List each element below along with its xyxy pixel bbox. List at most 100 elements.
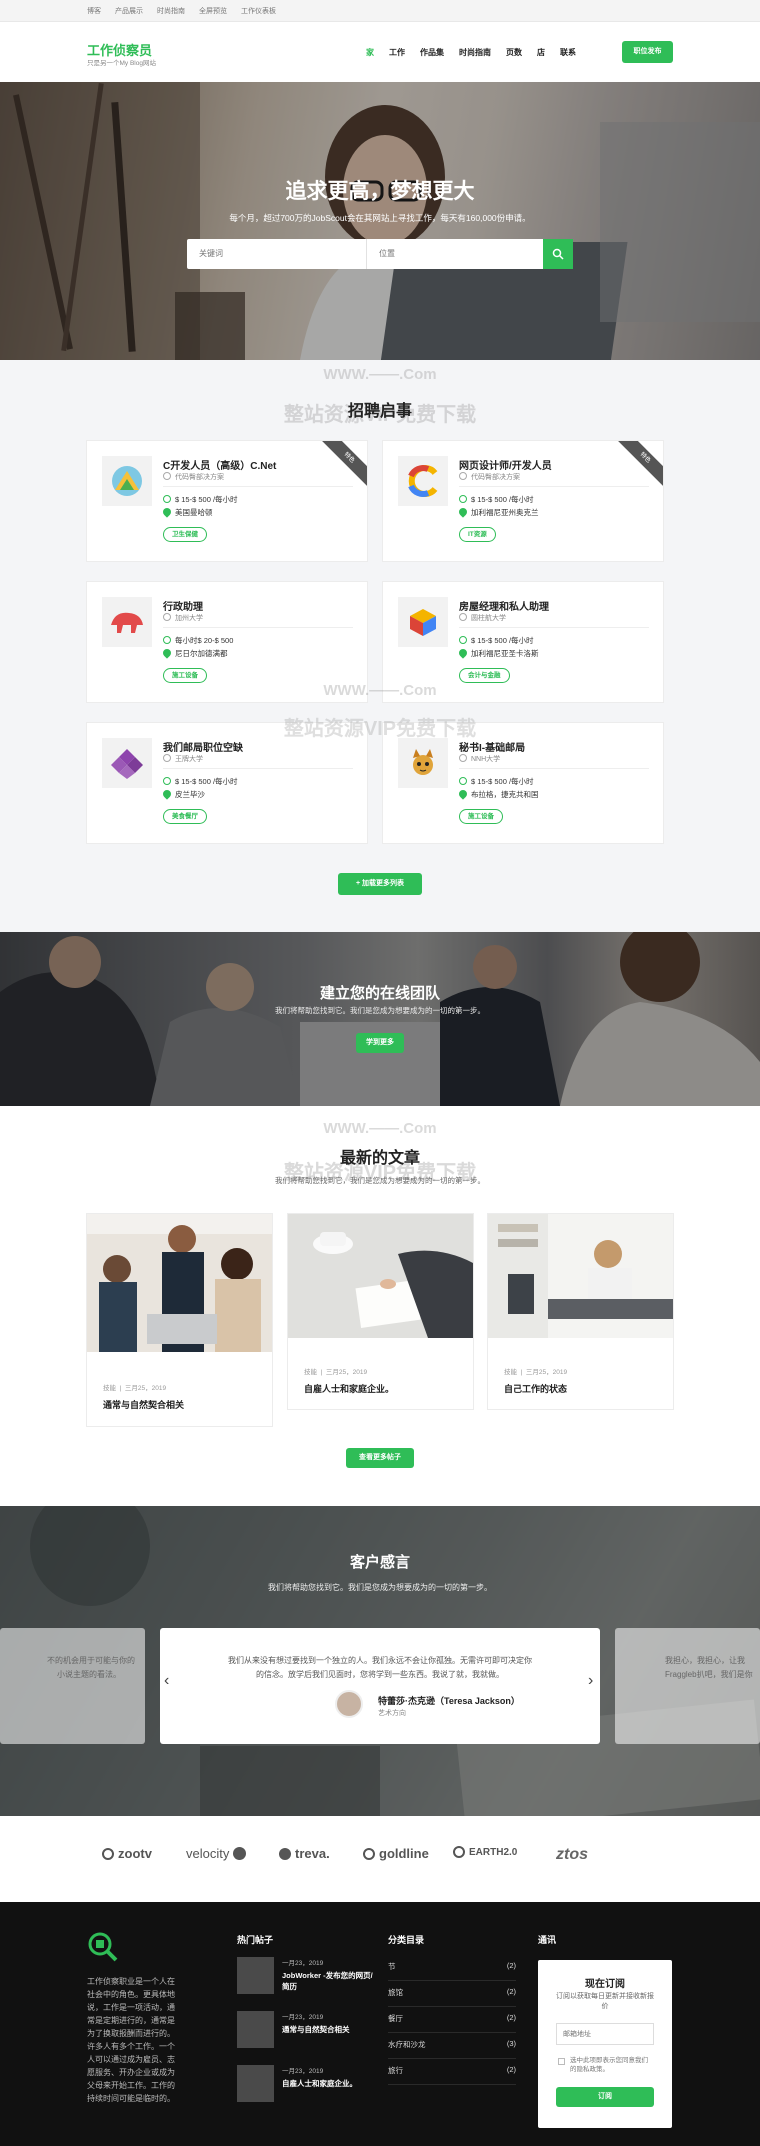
job-salary-text: 每小时$ 20-$ 500 — [175, 636, 234, 645]
category-name[interactable]: 旅馆 — [388, 1987, 403, 1998]
topbar-links: 博客 产品展示 时尚指南 全屏预览 工作仪表板 — [87, 6, 276, 16]
testimonial-card-next: 我担心，我担心，让我 Fraggleb扒吧，我们是你 — [615, 1628, 760, 1744]
job-company: 代码臀部决方案 — [459, 472, 520, 482]
site-tagline: 只是另一个My Blog网站 — [87, 60, 156, 67]
nav-item-fashion[interactable]: 时尚指南 — [459, 47, 491, 58]
footer-hot-posts-title: 热门帖子 — [237, 1935, 274, 1945]
job-title[interactable]: 我们邮局职位空缺 — [163, 739, 243, 754]
job-category-tag[interactable]: 施工设备 — [163, 668, 207, 683]
footer-post[interactable]: 一月23，2019 JobWorker -发布您的网页/简历 — [237, 1957, 377, 1999]
testimonials-subtitle: 我们将帮助您找到它。我们是您成为想要成为的一切的第一步。 — [268, 1583, 492, 1592]
job-card[interactable]: C开发人员（高级）C.Net 代码臀部决方案 $ 15-$ 500 /每小时 美… — [86, 440, 368, 562]
job-title[interactable]: 行政助理 — [163, 598, 203, 613]
post-card[interactable]: 技能 | 三月25，2019 通常与自然契合相关 — [86, 1213, 273, 1427]
money-icon — [459, 636, 467, 644]
post-category[interactable]: 技能 — [504, 1369, 517, 1376]
category-item[interactable]: 水疗和沙龙 (3) — [388, 2039, 516, 2059]
job-title[interactable]: 秘书I-基础邮局 — [459, 739, 525, 754]
job-title[interactable]: 网页设计师/开发人员 — [459, 457, 552, 472]
post-title[interactable]: 通常与自然契合相关 — [103, 1398, 184, 1411]
footer-post-title[interactable]: 通常与自然契合相关 — [282, 2024, 377, 2035]
nav-item-home[interactable]: 家 — [366, 47, 374, 58]
post-title[interactable]: 自己工作的状态 — [504, 1382, 567, 1395]
category-name[interactable]: 水疗和沙龙 — [388, 2039, 426, 2050]
category-name[interactable]: 节 — [388, 1961, 396, 1972]
load-more-button[interactable]: + 加载更多列表 — [338, 873, 422, 895]
prev-arrow-icon[interactable]: ‹ — [164, 1672, 169, 1690]
job-category-tag[interactable]: 会计与金融 — [459, 668, 510, 683]
topbar-link[interactable]: 产品展示 — [115, 6, 143, 16]
subscribe-button[interactable]: 订阅 — [556, 2087, 654, 2107]
footer-post[interactable]: 一月23，2019 通常与自然契合相关 — [237, 2011, 377, 2053]
post-job-button[interactable]: 职位发布 — [622, 41, 673, 63]
consent-text: 选中此项即表示您同意我们的隐私政策。 — [570, 2057, 648, 2073]
learn-more-button[interactable]: 学到更多 — [356, 1033, 404, 1053]
consent-checkbox[interactable] — [558, 2058, 565, 2065]
testimonial-text: 我担心，我担心，让我 — [665, 1656, 745, 1665]
nav-item-pages[interactable]: 页数 — [506, 47, 522, 58]
footer-post[interactable]: 一月23，2019 自雇人士和家庭企业。 — [237, 2065, 377, 2107]
post-card[interactable]: 技能 | 三月25，2019 自雇人士和家庭企业。 — [287, 1213, 474, 1410]
category-item[interactable]: 旅馆 (2) — [388, 1987, 516, 2007]
job-company: 王牌大学 — [163, 754, 203, 764]
job-location: 尼日尔加德满都 — [161, 647, 228, 659]
location-input[interactable] — [367, 239, 543, 269]
job-salary: $ 15-$ 500 /每小时 — [459, 776, 534, 787]
job-company-name: 代码臀部决方案 — [471, 474, 520, 481]
topbar-link[interactable]: 博客 — [87, 6, 101, 16]
category-name[interactable]: 餐厅 — [388, 2013, 403, 2024]
keyword-input[interactable] — [187, 239, 367, 269]
featured-ribbon: 特色 — [315, 441, 367, 492]
job-salary-text: $ 15-$ 500 /每小时 — [471, 777, 534, 786]
job-category-tag[interactable]: 卫生保健 — [163, 527, 207, 542]
job-location: 皮兰毕沙 — [161, 788, 205, 800]
job-category-tag[interactable]: IT资源 — [459, 527, 496, 542]
category-item[interactable]: 餐厅 (2) — [388, 2013, 516, 2033]
job-category-tag[interactable]: 美食餐厅 — [163, 809, 207, 824]
footer-post-title[interactable]: JobWorker -发布您的网页/简历 — [282, 1970, 377, 1992]
partner-logo-treva: treva. — [279, 1846, 330, 1861]
search-button[interactable] — [543, 239, 573, 269]
zootv-icon — [102, 1847, 114, 1860]
post-date: 三月25，2019 — [325, 1369, 368, 1376]
job-title[interactable]: C开发人员（高级）C.Net — [163, 457, 276, 472]
search-icon — [552, 248, 564, 260]
email-field[interactable] — [556, 2023, 654, 2045]
job-location-text: 尼日尔加德满都 — [175, 649, 228, 658]
category-item[interactable]: 旅行 (2) — [388, 2065, 516, 2085]
post-category[interactable]: 技能 — [304, 1369, 317, 1376]
topbar-link[interactable]: 工作仪表板 — [241, 6, 276, 16]
category-name[interactable]: 旅行 — [388, 2065, 403, 2076]
partner-name: ztos — [556, 1846, 588, 1863]
job-location: 美国曼哈顿 — [161, 506, 213, 518]
post-category[interactable]: 技能 — [103, 1385, 116, 1392]
footer-post-date: 一月23，2019 — [282, 2068, 324, 2075]
post-meta: 技能 | 三月25，2019 — [304, 1369, 368, 1376]
earth-icon — [453, 1846, 465, 1858]
articles-subtitle: 我们将帮助您找到它，我们是您成为想要成为的一切的第一步。 — [275, 1176, 485, 1185]
view-more-posts-button[interactable]: 查看更多帖子 — [346, 1448, 414, 1468]
job-title[interactable]: 房屋经理和私人助理 — [459, 598, 549, 613]
nav-item-portfolio[interactable]: 作品集 — [420, 47, 444, 58]
topbar-link[interactable]: 全屏预览 — [199, 6, 227, 16]
job-location: 加利福尼亚圣卡洛斯 — [457, 647, 539, 659]
job-card[interactable]: 网页设计师/开发人员 代码臀部决方案 $ 15-$ 500 /每小时 加利福尼亚… — [382, 440, 664, 562]
next-arrow-icon[interactable]: › — [588, 1672, 593, 1690]
nav-item-jobs[interactable]: 工作 — [389, 47, 405, 58]
nav-item-shop[interactable]: 店 — [537, 47, 545, 58]
location-pin-icon — [161, 647, 173, 659]
company-icon — [459, 472, 467, 480]
footer-post-title[interactable]: 自雇人士和家庭企业。 — [282, 2078, 377, 2089]
post-title[interactable]: 自雇人士和家庭企业。 — [304, 1382, 394, 1395]
topbar-link[interactable]: 时尚指南 — [157, 6, 185, 16]
watermark-text: 整站资源VIP免费下载 — [283, 718, 477, 740]
post-card[interactable]: 技能 | 三月25，2019 自己工作的状态 — [487, 1213, 674, 1410]
testimonial-text: Fraggleb扒吧，我们是你 — [665, 1670, 753, 1679]
job-location: 加利福尼亚州奥克兰 — [457, 506, 539, 518]
subscribe-title: 现在订阅 — [585, 1979, 625, 1990]
job-location-text: 加利福尼亚圣卡洛斯 — [471, 649, 539, 658]
nav-item-contact[interactable]: 联系 — [560, 47, 576, 58]
treva-icon — [279, 1847, 291, 1860]
category-item[interactable]: 节 (2) — [388, 1961, 516, 1981]
job-category-tag[interactable]: 施工设备 — [459, 809, 503, 824]
